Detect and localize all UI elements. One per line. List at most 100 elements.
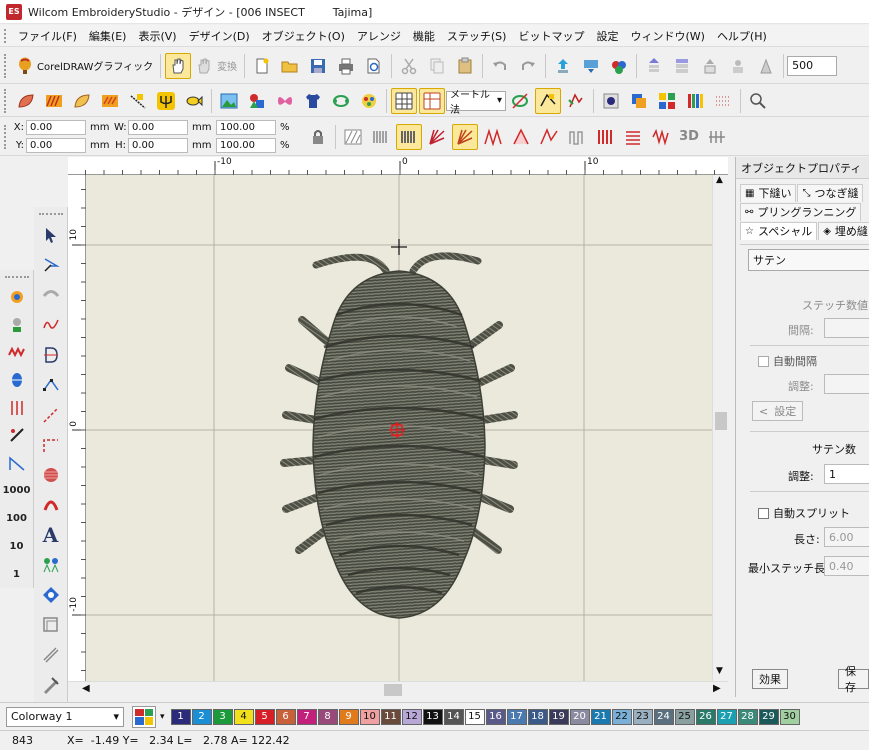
menu-edit[interactable]: 編集(E) bbox=[83, 28, 133, 44]
menu-arrange[interactable]: アレンジ bbox=[351, 28, 407, 44]
menu-grip[interactable] bbox=[4, 28, 8, 43]
team-names-tool[interactable] bbox=[38, 552, 64, 578]
reshape-nodes-tool[interactable] bbox=[38, 372, 64, 398]
polyline-select-tool[interactable] bbox=[38, 252, 64, 278]
butterfly-button[interactable] bbox=[272, 88, 298, 114]
auto-spacing-checkbox[interactable]: 自動間隔 bbox=[758, 353, 817, 369]
effects-button[interactable]: 効果 bbox=[752, 669, 788, 689]
thread-swatch-19[interactable]: 19 bbox=[548, 708, 569, 725]
thread-swatch-28[interactable]: 28 bbox=[737, 708, 758, 725]
hand-tool-button[interactable] bbox=[165, 52, 192, 79]
toolbox-grip[interactable] bbox=[38, 213, 63, 216]
lock-proportions-button[interactable] bbox=[305, 124, 331, 150]
texture-stitch-button[interactable] bbox=[648, 124, 674, 150]
thread-swatch-4[interactable]: 4 bbox=[233, 708, 254, 725]
complex-fill-button[interactable] bbox=[97, 88, 123, 114]
adjust-input-1[interactable] bbox=[824, 374, 869, 394]
triangle-stitch-button[interactable] bbox=[508, 124, 534, 150]
h-input[interactable]: 0.00 bbox=[128, 138, 188, 153]
travel-button[interactable] bbox=[563, 88, 589, 114]
export-machine-button[interactable] bbox=[578, 53, 604, 79]
stitch-type-select[interactable]: サテン bbox=[748, 249, 869, 271]
save-properties-button[interactable]: 保存 bbox=[838, 665, 869, 694]
fan-stitch-button[interactable] bbox=[424, 124, 450, 150]
stitch-type-1-button[interactable] bbox=[340, 124, 366, 150]
image-button[interactable] bbox=[216, 88, 242, 114]
thread-swatch-21[interactable]: 21 bbox=[590, 708, 611, 725]
unit-select[interactable]: メートル法 ▾ bbox=[446, 90, 506, 116]
thread-swatch-14[interactable]: 14 bbox=[443, 708, 464, 725]
auto-spacing-box[interactable] bbox=[758, 355, 769, 367]
lines-stitch-button[interactable] bbox=[620, 124, 646, 150]
thread-swatch-8[interactable]: 8 bbox=[317, 708, 338, 725]
show-stitches-button[interactable] bbox=[535, 87, 561, 114]
thread-swatch-2[interactable]: 2 bbox=[191, 708, 212, 725]
thread-swatch-29[interactable]: 29 bbox=[758, 708, 779, 725]
stitch-type-2-button[interactable] bbox=[368, 124, 394, 150]
offset-tool[interactable] bbox=[38, 612, 64, 638]
run-1-tool[interactable] bbox=[38, 402, 64, 428]
open-button[interactable] bbox=[277, 53, 303, 79]
palette-editor-button[interactable] bbox=[132, 705, 156, 728]
horizontal-scroll-thumb[interactable] bbox=[384, 684, 402, 696]
menu-help[interactable]: ヘルプ(H) bbox=[711, 28, 773, 44]
cut-button[interactable] bbox=[396, 53, 422, 79]
hoop-button[interactable] bbox=[725, 53, 751, 79]
menu-stitch[interactable]: ステッチ(S) bbox=[441, 28, 513, 44]
menu-settings[interactable]: 設定 bbox=[590, 28, 624, 44]
thread-swatch-22[interactable]: 22 bbox=[611, 708, 632, 725]
thread-swatch-20[interactable]: 20 bbox=[569, 708, 590, 725]
thread-swatch-1[interactable]: 1 bbox=[170, 708, 191, 725]
thread-swatch-13[interactable]: 13 bbox=[422, 708, 443, 725]
thread-swatch-17[interactable]: 17 bbox=[506, 708, 527, 725]
hoop2-button[interactable] bbox=[753, 53, 779, 79]
zoom-input[interactable]: 500 bbox=[787, 55, 838, 76]
menu-bitmap[interactable]: ビットマップ bbox=[512, 28, 590, 44]
thread-swatch-18[interactable]: 18 bbox=[527, 708, 548, 725]
blackwork-tool[interactable] bbox=[4, 396, 30, 420]
save-button[interactable] bbox=[305, 53, 331, 79]
send-to-machine-button[interactable] bbox=[550, 53, 576, 79]
stitch-angle-tool[interactable] bbox=[4, 451, 30, 475]
shapes-button[interactable] bbox=[244, 88, 270, 114]
menu-object[interactable]: オブジェクト(O) bbox=[256, 28, 351, 44]
tab-underlay[interactable]: ▦ 下縫い bbox=[740, 183, 797, 202]
leaf-outline-button[interactable] bbox=[69, 88, 95, 114]
auto-split-checkbox[interactable]: 自動スプリット bbox=[758, 505, 850, 521]
pattern-tool[interactable] bbox=[38, 492, 64, 518]
shirt-button[interactable] bbox=[300, 88, 326, 114]
thread-swatch-25[interactable]: 25 bbox=[674, 708, 695, 725]
horizontal-scrollbar[interactable]: ◀ ▶ bbox=[68, 681, 728, 697]
stitch-player-button[interactable] bbox=[641, 53, 667, 79]
w-percent-input[interactable]: 100.00 bbox=[216, 120, 276, 135]
ball-fill-tool[interactable] bbox=[38, 462, 64, 488]
thread-swatch-11[interactable]: 11 bbox=[380, 708, 401, 725]
settings-button[interactable]: < 設定 bbox=[752, 401, 804, 421]
menu-view[interactable]: 表示(V) bbox=[132, 28, 182, 44]
run-button[interactable] bbox=[125, 88, 151, 114]
thread-swatch-7[interactable]: 7 bbox=[296, 708, 317, 725]
bead-tool[interactable] bbox=[4, 368, 30, 392]
thread-chart-button[interactable] bbox=[682, 88, 708, 114]
scroll-left-icon[interactable]: ◀ bbox=[82, 683, 90, 694]
thread-swatch-15[interactable]: 15 bbox=[464, 708, 485, 725]
menu-window[interactable]: ウィンドウ(W) bbox=[624, 28, 710, 44]
undo-button[interactable] bbox=[487, 53, 513, 79]
radial-stitch-button[interactable] bbox=[452, 123, 478, 150]
redo-button[interactable] bbox=[515, 53, 541, 79]
thread-swatch-27[interactable]: 27 bbox=[716, 708, 737, 725]
x-input[interactable]: 0.00 bbox=[26, 120, 86, 135]
thread-swatch-23[interactable]: 23 bbox=[632, 708, 653, 725]
length-input[interactable]: 6.00 bbox=[824, 527, 869, 547]
leaf-shape-button[interactable] bbox=[13, 88, 39, 114]
zigzag-tool[interactable] bbox=[4, 340, 30, 364]
menu-file[interactable]: ファイル(F) bbox=[12, 28, 83, 44]
coreldraw-graphics-button[interactable]: CorelDRAWグラフィック bbox=[12, 53, 157, 79]
copy-button[interactable] bbox=[424, 53, 450, 79]
vertical-scroll-thumb[interactable] bbox=[715, 412, 727, 430]
w-input[interactable]: 0.00 bbox=[128, 120, 188, 135]
stitch-density-1000[interactable]: 1000 bbox=[3, 479, 31, 503]
print-button[interactable] bbox=[333, 53, 359, 79]
wave-stitch-button[interactable] bbox=[536, 124, 562, 150]
thread-swatch-30[interactable]: 30 bbox=[779, 708, 800, 725]
